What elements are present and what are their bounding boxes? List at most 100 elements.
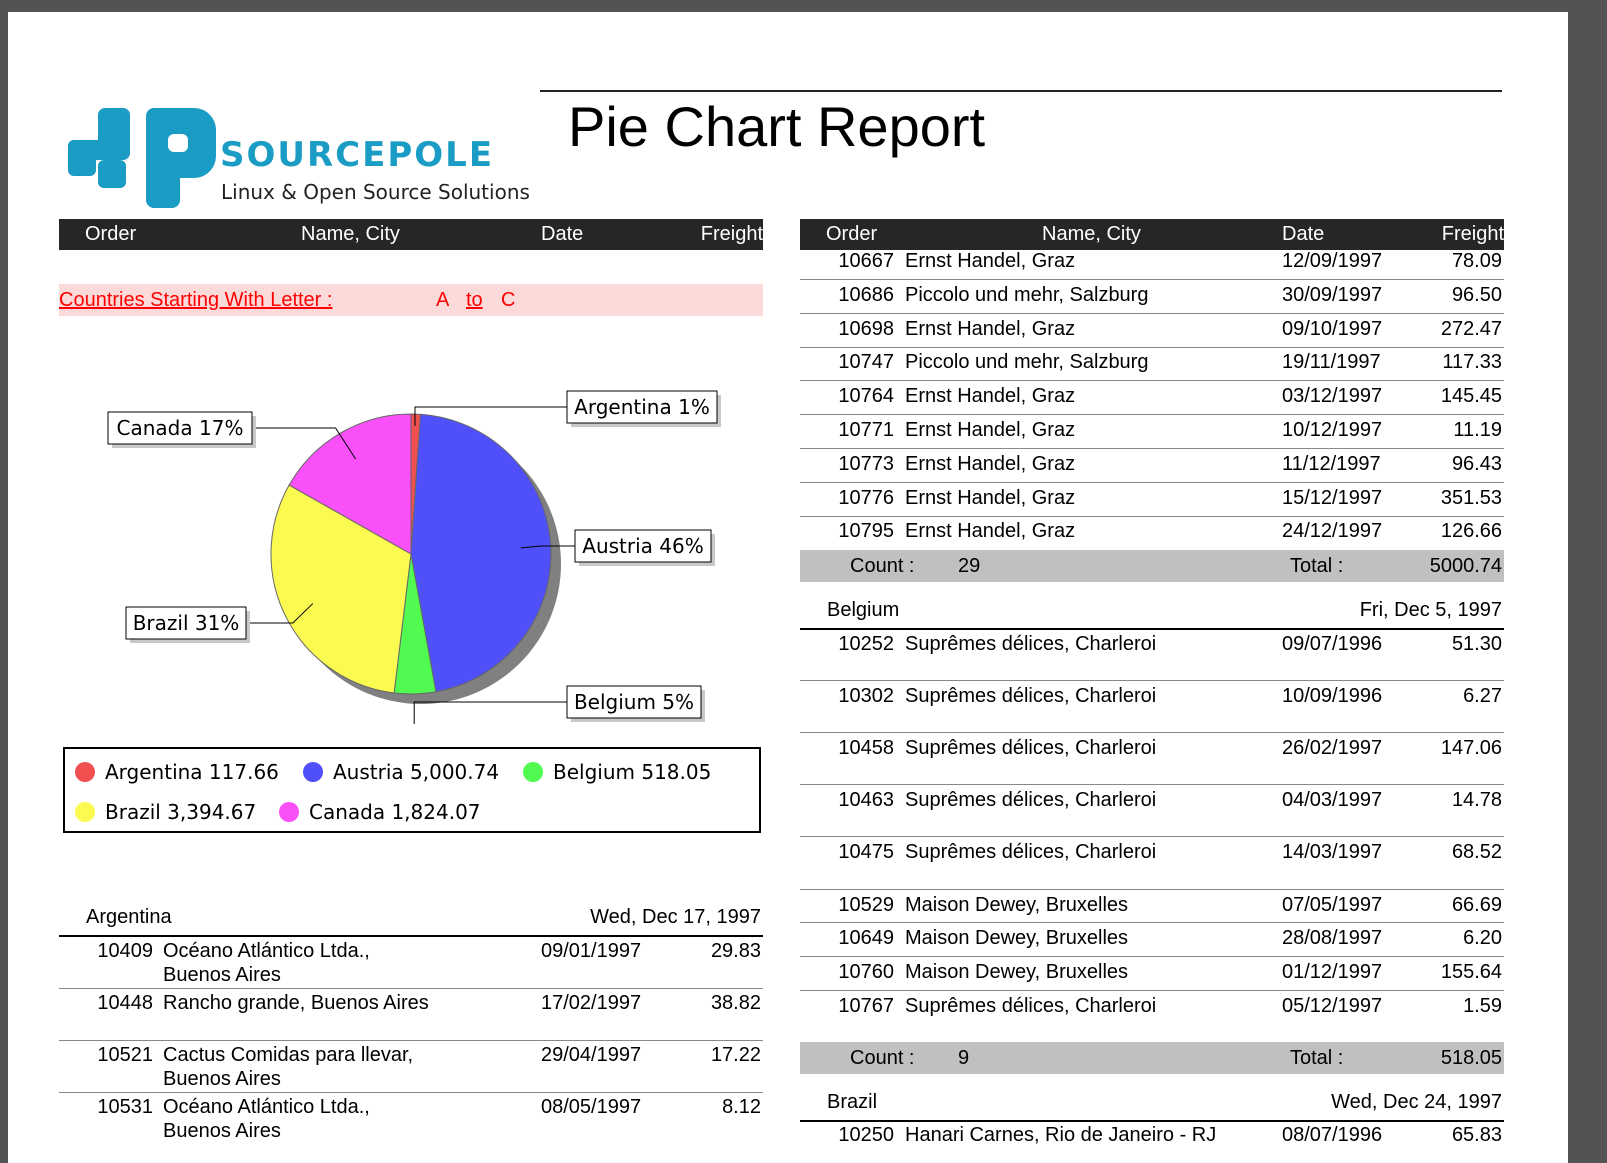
freight-value: 78.09: [1451, 250, 1502, 272]
row-divider: [800, 990, 1504, 991]
row-divider: [800, 784, 1504, 785]
order-number: 10773: [838, 452, 894, 475]
customer-name: Maison Dewey, Bruxelles: [905, 894, 1129, 916]
order-number: 10764: [838, 385, 894, 408]
row-divider: [800, 956, 1504, 957]
customer-name: Suprêmes délices, Charleroi: [905, 737, 1157, 759]
freight-value: 1.59: [1463, 995, 1502, 1017]
row-divider: [800, 515, 1504, 517]
order-number: 10409: [97, 940, 153, 962]
row-divider: [59, 1092, 763, 1093]
freight-value: 68.52: [1451, 841, 1502, 863]
order-number: 10667: [838, 250, 894, 272]
order-number: 10475: [838, 841, 894, 863]
customer-name: Suprêmes délices, Charleroi: [905, 789, 1157, 811]
customer-name: Suprêmes délices, Charleroi: [905, 685, 1157, 707]
order-number: 10795: [838, 520, 894, 543]
customer-name: Piccolo und mehr, Salzburg: [905, 351, 1149, 374]
customer-city: Buenos Aires: [163, 964, 281, 986]
legend-swatch-austria: [303, 762, 323, 782]
group-summary: Count : 9 Total : 518.05: [800, 1042, 1504, 1074]
order-number: 10448: [97, 992, 153, 1014]
count-value: 29: [958, 555, 981, 577]
customer-city: Buenos Aires: [163, 1120, 281, 1142]
freight-value: 6.27: [1463, 685, 1502, 707]
customer-name: Cactus Comidas para llevar,: [163, 1044, 414, 1066]
row-divider: [800, 279, 1504, 280]
row-divider: [800, 346, 1504, 348]
order-number: 10698: [838, 317, 894, 340]
pie-label-canada: Canada 17%: [117, 416, 244, 440]
customer-name: Maison Dewey, Bruxelles: [905, 961, 1129, 983]
group-rule: [800, 628, 1504, 630]
customer-name: Ernst Handel, Graz: [905, 486, 1076, 509]
row-divider: [800, 732, 1504, 733]
row-divider: [59, 1040, 763, 1041]
freight-value: 145.45: [1440, 385, 1502, 408]
group-rule: [800, 1120, 1504, 1122]
row-divider: [800, 922, 1504, 923]
row-divider: [800, 414, 1504, 416]
group-date: Fri, Dec 5, 1997: [1359, 599, 1502, 621]
pie-label-belgium: Belgium 5%: [574, 690, 694, 714]
customer-name: Ernst Handel, Graz: [905, 520, 1076, 543]
row-divider: [800, 380, 1504, 382]
freight-value: 96.43: [1451, 452, 1502, 475]
col-order: Order: [826, 223, 878, 245]
order-number: 10250: [838, 1124, 894, 1146]
pie-chart: Argentina 1% Austria 46% Belgium 5% Brazil …: [107, 390, 721, 724]
order-number: 10252: [838, 633, 894, 655]
legend-swatch-brazil: [75, 802, 95, 822]
total-label: Total :: [1290, 1047, 1344, 1069]
row-divider: [800, 889, 1504, 890]
customer-name: Hanari Carnes, Rio de Janeiro - RJ: [905, 1124, 1217, 1146]
row-divider: [59, 988, 763, 989]
legend-label-brazil: Brazil 3,394.67: [105, 800, 257, 824]
customer-name: Océano Atlántico Ltda.,: [163, 940, 370, 962]
customer-name: Rancho grande, Buenos Aires: [163, 992, 429, 1014]
order-number: 10463: [838, 789, 894, 811]
group-rule: [59, 935, 763, 937]
customer-name: Maison Dewey, Bruxelles: [905, 927, 1129, 949]
group-date: Wed, Dec 24, 1997: [1331, 1091, 1502, 1113]
customer-name: Ernst Handel, Graz: [905, 419, 1076, 441]
customer-name: Suprêmes délices, Charleroi: [905, 841, 1157, 863]
row-divider: [800, 312, 1504, 314]
legend-label-argentina: Argentina 117.66: [105, 760, 279, 784]
freight-value: 155.64: [1440, 961, 1502, 983]
freight-value: 11.19: [1453, 419, 1502, 441]
freight-value: 14.78: [1451, 789, 1502, 811]
freight-value: 96.50: [1451, 283, 1502, 306]
freight-value: 117.33: [1442, 351, 1502, 374]
col-date: Date: [1282, 223, 1325, 245]
count-value: 9: [958, 1047, 970, 1069]
legend-swatch-argentina: [75, 762, 95, 782]
total-label: Total :: [1290, 555, 1344, 577]
freight-value: 147.06: [1440, 737, 1502, 759]
order-number: 10531: [97, 1096, 153, 1118]
order-number: 10458: [838, 737, 894, 759]
order-number: 10649: [838, 927, 894, 949]
count-label: Count :: [850, 1047, 915, 1069]
col-name-city: Name, City: [1042, 223, 1141, 245]
group-country: Belgium: [827, 599, 900, 621]
order-number: 10767: [838, 995, 894, 1017]
legend-swatch-belgium: [523, 762, 543, 782]
order-number: 10776: [838, 486, 894, 509]
freight-value: 272.47: [1440, 317, 1502, 340]
pie-label-austria: Austria 46%: [582, 534, 703, 558]
customer-name: Piccolo und mehr, Salzburg: [905, 283, 1149, 306]
pie-label-argentina: Argentina 1%: [574, 395, 710, 419]
pie-leader-line: [413, 701, 567, 724]
freight-value: 51.30: [1451, 633, 1502, 655]
legend-label-belgium: Belgium 518.05: [553, 760, 712, 784]
freight-value: 351.53: [1440, 486, 1502, 509]
col-freight: Freight: [1441, 223, 1504, 245]
legend-swatch-canada: [279, 802, 299, 822]
order-number: 10747: [838, 351, 894, 374]
row-divider: [800, 481, 1504, 483]
pie-label-brazil: Brazil 31%: [133, 611, 240, 635]
freight-value: 8.12: [722, 1096, 761, 1118]
total-value: 518.05: [1440, 1047, 1502, 1069]
row-divider: [800, 448, 1504, 449]
